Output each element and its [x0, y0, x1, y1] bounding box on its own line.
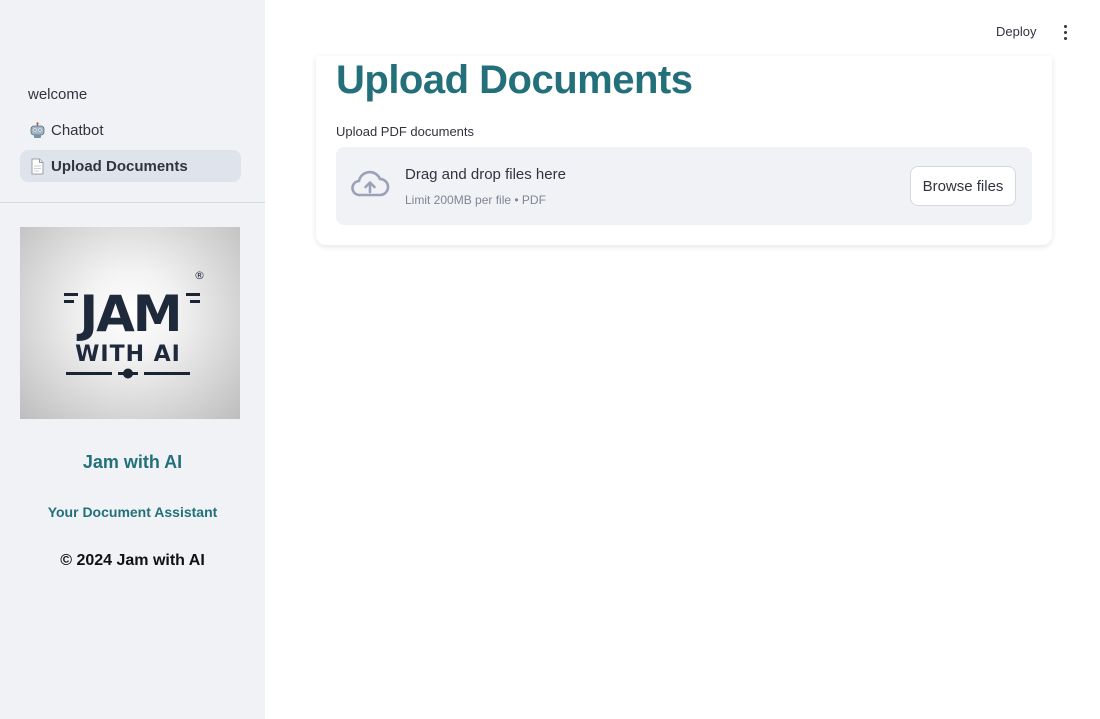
sidebar-divider [0, 202, 265, 203]
nav-item-chatbot[interactable]: Chatbot [20, 114, 241, 146]
robot-icon [28, 121, 46, 139]
file-dropzone[interactable]: Drag and drop files here Limit 200MB per… [336, 147, 1032, 225]
app: welcome Chatbot Upload Documents JAM ® W… [0, 0, 1100, 719]
sidebar-nav: welcome Chatbot Upload Documents [20, 78, 241, 186]
copyright-text: © 2024 Jam with AI [60, 552, 205, 569]
main-card: Upload Documents Upload PDF documents Dr… [316, 56, 1052, 245]
nav-item-upload-documents[interactable]: Upload Documents [20, 150, 241, 182]
svg-text:®: ® [194, 269, 205, 282]
dropzone-text: Drag and drop files here [405, 166, 566, 183]
brand-subtitle: Your Document Assistant [47, 504, 218, 520]
nav-item-label: welcome [28, 85, 88, 103]
logo-with-ai-text: WITH AI [75, 342, 181, 367]
browse-files-button[interactable]: Browse files [910, 166, 1016, 206]
jam-with-ai-logo: JAM ® WITH AI [20, 227, 240, 419]
deploy-button[interactable]: Deploy [984, 20, 1048, 44]
logo-jam-text: JAM [76, 285, 180, 343]
uploader-label: Upload PDF documents [336, 124, 475, 139]
cloud-upload-icon [350, 170, 390, 205]
page-icon [28, 157, 46, 175]
nav-item-welcome[interactable]: welcome [20, 78, 241, 110]
nav-item-label: Upload Documents [51, 157, 188, 175]
kebab-menu-icon[interactable] [1055, 20, 1075, 44]
nav-item-label: Chatbot [51, 121, 104, 139]
page-title: Upload Documents [336, 58, 693, 102]
sidebar: welcome Chatbot Upload Documents JAM ® W… [0, 0, 265, 719]
brand-title: Jam with AI [82, 452, 183, 472]
dropzone-limit-text: Limit 200MB per file • PDF [405, 193, 546, 207]
